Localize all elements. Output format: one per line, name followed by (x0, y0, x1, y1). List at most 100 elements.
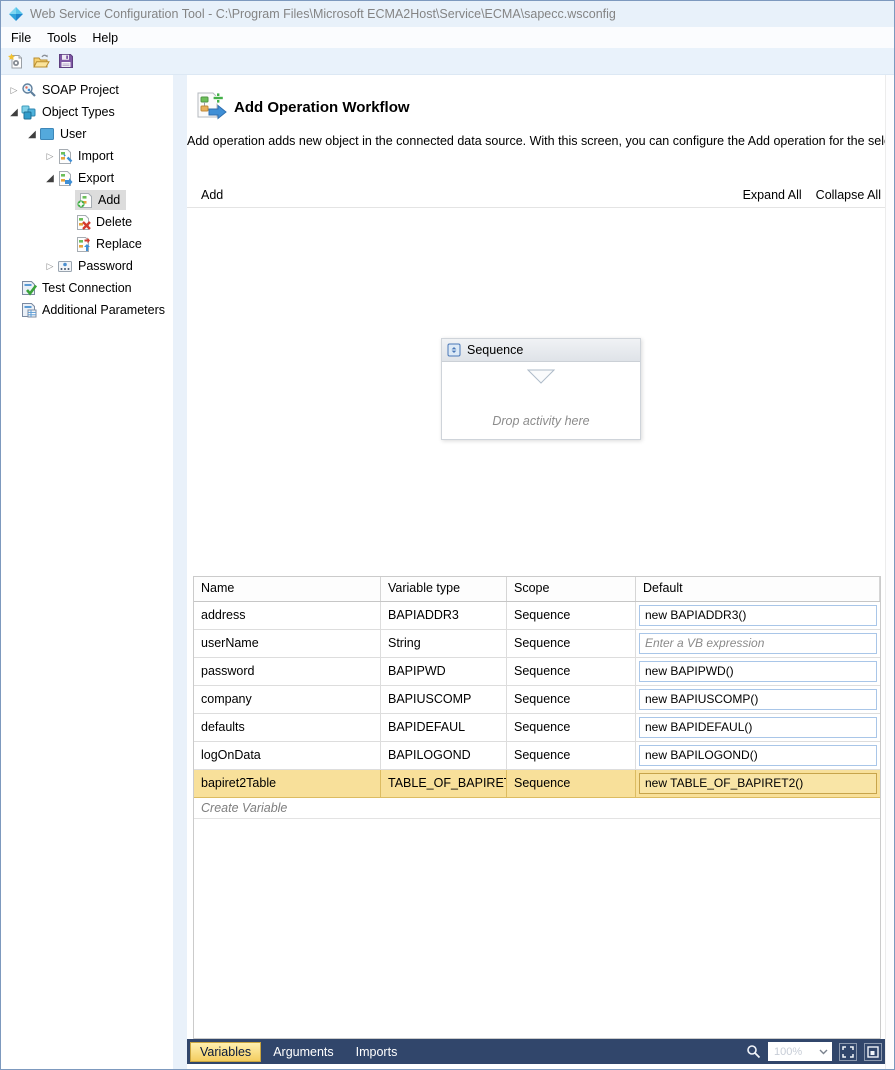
zoom-select[interactable]: 100% (768, 1042, 832, 1061)
save-icon[interactable] (56, 51, 76, 71)
variable-default-input[interactable]: new TABLE_OF_BAPIRET2() (639, 773, 877, 794)
variable-scope[interactable]: Sequence (507, 770, 636, 797)
expander-icon[interactable]: ◢ (7, 107, 21, 118)
overview-icon[interactable] (864, 1043, 882, 1061)
variable-default-input[interactable]: new BAPIPWD() (639, 661, 877, 682)
variable-name[interactable]: logOnData (194, 742, 381, 769)
variable-scope[interactable]: Sequence (507, 742, 636, 769)
bottom-bar: Variables Arguments Imports 100% (187, 1039, 887, 1064)
menu-help[interactable]: Help (84, 29, 126, 47)
variable-scope[interactable]: Sequence (507, 686, 636, 713)
panel-splitter[interactable] (173, 75, 187, 1069)
variable-default-input[interactable]: new BAPIDEFAUL() (639, 717, 877, 738)
export-icon (57, 170, 73, 186)
tree-item-label: Import (78, 149, 113, 163)
menu-file[interactable]: File (3, 29, 39, 47)
tree-item-add[interactable]: Add (1, 189, 173, 211)
tree-item-additional-parameters[interactable]: Additional Parameters (1, 299, 173, 321)
tree-item-import[interactable]: ▷ Import (1, 145, 173, 167)
toolbar (1, 48, 894, 75)
variable-type[interactable]: BAPIUSCOMP (381, 686, 507, 713)
tree-item-label: Add (98, 193, 120, 207)
variable-name[interactable]: bapiret2Table (194, 770, 381, 797)
variable-type[interactable]: BAPIPWD (381, 658, 507, 685)
tree-item-test-connection[interactable]: Test Connection (1, 277, 173, 299)
tree-item-soap-project[interactable]: ▷ SOAP Project (1, 79, 173, 101)
sequence-activity[interactable]: Sequence Drop activity here (441, 338, 641, 440)
variable-row[interactable]: company BAPIUSCOMP Sequence new BAPIUSCO… (194, 686, 880, 714)
column-header-scope[interactable]: Scope (507, 577, 636, 601)
variable-scope[interactable]: Sequence (507, 658, 636, 685)
column-header-variable-type[interactable]: Variable type (381, 577, 507, 601)
expander-icon[interactable]: ▷ (43, 261, 57, 272)
variable-default-input[interactable]: new BAPILOGOND() (639, 745, 877, 766)
menu-bar: File Tools Help (1, 27, 894, 48)
expander-icon[interactable]: ◢ (25, 129, 39, 140)
variable-name[interactable]: userName (194, 630, 381, 657)
tree-item-export[interactable]: ◢ Export (1, 167, 173, 189)
tree-item-object-types[interactable]: ◢ Object Types (1, 101, 173, 123)
title-bar: Web Service Configuration Tool - C:\Prog… (1, 1, 894, 27)
variable-default-input[interactable]: new BAPIADDR3() (639, 605, 877, 626)
expander-icon[interactable]: ▷ (43, 151, 57, 162)
collapse-all-link[interactable]: Collapse All (816, 188, 881, 202)
create-variable-row[interactable]: Create Variable (194, 798, 880, 819)
variable-scope[interactable]: Sequence (507, 602, 636, 629)
tree-item-label: Test Connection (42, 281, 132, 295)
tree-item-label: Delete (96, 215, 132, 229)
column-header-name[interactable]: Name (194, 577, 381, 601)
tree-item-label: SOAP Project (42, 83, 119, 97)
variable-scope[interactable]: Sequence (507, 630, 636, 657)
tree-item-delete[interactable]: Delete (1, 211, 173, 233)
sequence-icon (447, 343, 461, 357)
tree-item-label: Export (78, 171, 114, 185)
variable-name[interactable]: password (194, 658, 381, 685)
drop-activity-hint[interactable]: Drop activity here (442, 414, 640, 428)
tree-item-label: Replace (96, 237, 142, 251)
sequence-header[interactable]: Sequence (442, 339, 640, 362)
add-icon (77, 192, 93, 208)
column-header-default[interactable]: Default (636, 577, 880, 601)
expander-icon[interactable]: ◢ (43, 173, 57, 184)
tree-item-password[interactable]: ▷ Password (1, 255, 173, 277)
variable-default-input[interactable]: Enter a VB expression (639, 633, 877, 654)
tree-selection-highlight: Add (75, 190, 126, 210)
new-config-icon[interactable] (6, 51, 26, 71)
variable-row[interactable]: logOnData BAPILOGOND Sequence new BAPILO… (194, 742, 880, 770)
tab-variables[interactable]: Variables (190, 1042, 261, 1062)
tree-item-user[interactable]: ◢ User (1, 123, 173, 145)
variable-name[interactable]: defaults (194, 714, 381, 741)
tab-arguments[interactable]: Arguments (263, 1041, 343, 1063)
variable-row[interactable]: userName String Sequence Enter a VB expr… (194, 630, 880, 658)
menu-tools[interactable]: Tools (39, 29, 84, 47)
variable-type[interactable]: BAPILOGOND (381, 742, 507, 769)
variable-row-selected[interactable]: bapiret2Table TABLE_OF_BAPIRET2 Sequence… (194, 770, 880, 798)
variable-type[interactable]: BAPIADDR3 (381, 602, 507, 629)
expand-all-link[interactable]: Expand All (743, 188, 802, 202)
tab-imports[interactable]: Imports (346, 1041, 408, 1063)
variable-default-input[interactable]: new BAPIUSCOMP() (639, 689, 877, 710)
tree-item-replace[interactable]: Replace (1, 233, 173, 255)
open-config-icon[interactable] (31, 51, 51, 71)
variable-name[interactable]: company (194, 686, 381, 713)
navigation-tree: ▷ SOAP Project ◢ Object Types (1, 75, 173, 1069)
variable-type[interactable]: String (381, 630, 507, 657)
search-icon[interactable] (746, 1044, 761, 1059)
expander-icon[interactable]: ▷ (7, 85, 21, 96)
variables-grid: Name Variable type Scope Default address… (193, 576, 881, 1039)
variable-row[interactable]: address BAPIADDR3 Sequence new BAPIADDR3… (194, 602, 880, 630)
variable-row[interactable]: defaults BAPIDEFAUL Sequence new BAPIDEF… (194, 714, 880, 742)
delete-icon (75, 214, 91, 230)
variable-scope[interactable]: Sequence (507, 714, 636, 741)
test-connection-icon (21, 280, 37, 296)
app-diamond-icon (8, 6, 24, 22)
import-icon (57, 148, 73, 164)
fit-to-screen-icon[interactable] (839, 1043, 857, 1061)
tree-item-label: Object Types (42, 105, 115, 119)
variable-type[interactable]: TABLE_OF_BAPIRET2 (381, 770, 507, 797)
variable-name[interactable]: address (194, 602, 381, 629)
breadcrumb[interactable]: Add (201, 188, 223, 202)
variable-row[interactable]: password BAPIPWD Sequence new BAPIPWD() (194, 658, 880, 686)
user-icon (39, 126, 55, 142)
variable-type[interactable]: BAPIDEFAUL (381, 714, 507, 741)
